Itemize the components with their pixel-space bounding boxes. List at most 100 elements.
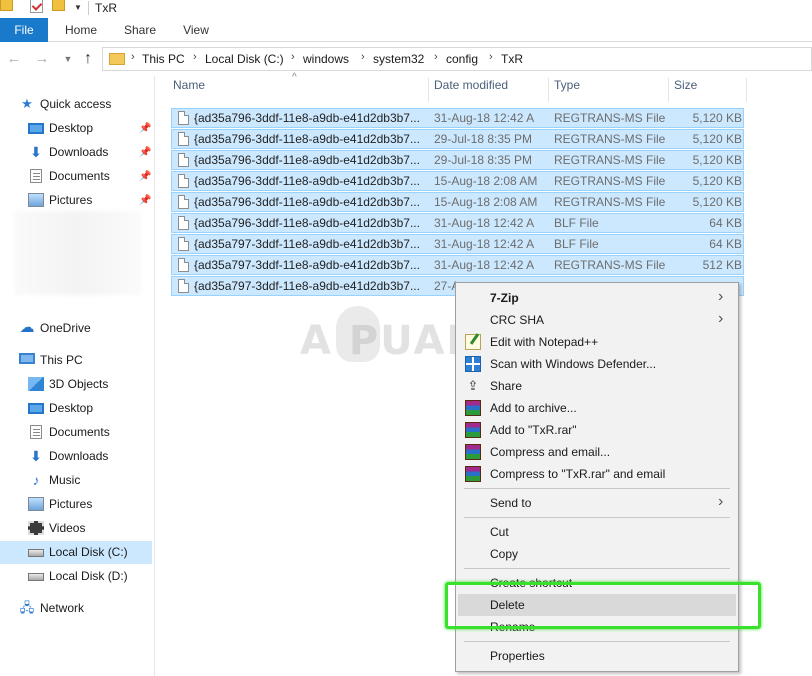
winrar-icon xyxy=(465,400,481,416)
chevron-right-icon[interactable]: › xyxy=(131,51,135,63)
document-icon xyxy=(30,169,42,183)
recent-locations-icon[interactable]: ▼ xyxy=(58,49,78,69)
column-header-type[interactable]: Type xyxy=(554,78,580,102)
pin-icon[interactable]: 📌 xyxy=(139,171,151,182)
table-row[interactable]: {ad35a797-3ddf-11e8-a9db-e41d2db3b7... 3… xyxy=(171,255,744,275)
tab-home[interactable]: Home xyxy=(58,18,104,42)
table-row[interactable]: {ad35a797-3ddf-11e8-a9db-e41d2db3b7... 3… xyxy=(171,234,744,254)
back-arrow-icon[interactable]: ← xyxy=(4,49,24,69)
title-bar: ▼ TxR xyxy=(0,0,812,18)
menu-item-compress-email[interactable]: Compress and email... xyxy=(456,441,738,463)
menu-item-7zip[interactable]: 7-Zip › xyxy=(456,287,738,309)
desktop-icon xyxy=(28,123,44,134)
new-folder-icon[interactable] xyxy=(52,0,65,11)
column-divider[interactable] xyxy=(548,78,549,102)
column-divider[interactable] xyxy=(428,78,429,102)
properties-icon[interactable] xyxy=(30,0,43,13)
forward-arrow-icon[interactable]: → xyxy=(32,49,52,69)
menu-item-cut[interactable]: Cut xyxy=(456,521,738,543)
notepadpp-icon xyxy=(465,334,481,350)
file-icon xyxy=(178,111,189,125)
desktop-icon xyxy=(28,403,44,414)
chevron-right-icon[interactable]: › xyxy=(361,51,365,63)
document-icon xyxy=(30,425,42,439)
column-header-size[interactable]: Size xyxy=(674,78,697,102)
folder-icon xyxy=(109,53,125,65)
folder-icon[interactable] xyxy=(0,0,13,11)
drive-icon xyxy=(28,549,44,557)
chevron-right-icon[interactable]: › xyxy=(193,51,197,63)
winrar-icon xyxy=(465,466,481,482)
video-icon xyxy=(28,521,44,535)
breadcrumb-this-pc[interactable]: This PC xyxy=(142,52,185,66)
column-header-date[interactable]: Date modified xyxy=(434,78,508,102)
star-icon: ★ xyxy=(21,96,33,111)
pin-icon[interactable]: 📌 xyxy=(139,147,151,158)
menu-item-edit-notepadpp[interactable]: Edit with Notepad++ xyxy=(456,331,738,353)
tab-file[interactable]: File xyxy=(0,18,48,42)
menu-item-crc-sha[interactable]: CRC SHA › xyxy=(456,309,738,331)
tab-share[interactable]: Share xyxy=(116,18,164,42)
breadcrumb-config[interactable]: config xyxy=(446,52,478,66)
computer-icon xyxy=(19,353,35,364)
up-arrow-icon[interactable]: ↑ xyxy=(78,49,98,69)
chevron-right-icon: › xyxy=(718,493,724,510)
winrar-icon xyxy=(465,444,481,460)
cloud-icon: ☁ xyxy=(19,319,35,336)
customize-toolbar-icon[interactable]: ▼ xyxy=(74,3,82,12)
column-header-name[interactable]: Name xyxy=(173,78,205,102)
table-row[interactable]: {ad35a796-3ddf-11e8-a9db-e41d2db3b7... 2… xyxy=(171,129,744,149)
breadcrumb-system32[interactable]: system32 xyxy=(373,52,424,66)
file-icon xyxy=(178,132,189,146)
breadcrumb-txr[interactable]: TxR xyxy=(501,52,523,66)
table-row[interactable]: {ad35a796-3ddf-11e8-a9db-e41d2db3b7... 3… xyxy=(171,213,744,233)
menu-item-scan-defender[interactable]: Scan with Windows Defender... xyxy=(456,353,738,375)
table-row[interactable]: {ad35a796-3ddf-11e8-a9db-e41d2db3b7... 2… xyxy=(171,150,744,170)
menu-item-add-txr-rar[interactable]: Add to "TxR.rar" xyxy=(456,419,738,441)
divider xyxy=(88,1,89,15)
table-row[interactable]: {ad35a796-3ddf-11e8-a9db-e41d2db3b7... 3… xyxy=(171,108,744,128)
pictures-icon xyxy=(28,193,44,207)
blurred-region xyxy=(14,211,142,295)
pin-icon[interactable]: 📌 xyxy=(139,195,151,206)
menu-divider xyxy=(464,488,730,489)
file-icon xyxy=(178,174,189,188)
file-icon xyxy=(178,216,189,230)
pictures-icon xyxy=(28,497,44,511)
file-icon xyxy=(178,279,189,293)
file-icon xyxy=(178,153,189,167)
column-divider[interactable] xyxy=(668,78,669,102)
table-row[interactable]: {ad35a796-3ddf-11e8-a9db-e41d2db3b7... 1… xyxy=(171,171,744,191)
menu-item-properties[interactable]: Properties xyxy=(456,645,738,667)
chevron-right-icon[interactable]: › xyxy=(434,51,438,63)
menu-item-compress-txr-email[interactable]: Compress to "TxR.rar" and email xyxy=(456,463,738,485)
menu-item-send-to[interactable]: Send to › xyxy=(456,492,738,514)
pin-icon[interactable]: 📌 xyxy=(139,123,151,134)
chevron-right-icon: › xyxy=(718,288,724,305)
file-icon xyxy=(178,237,189,251)
column-divider[interactable] xyxy=(746,78,747,102)
download-icon: ⬇ xyxy=(30,144,42,160)
chevron-right-icon[interactable]: › xyxy=(291,51,295,63)
menu-item-copy[interactable]: Copy xyxy=(456,543,738,565)
drive-icon xyxy=(28,573,44,581)
table-row[interactable]: {ad35a796-3ddf-11e8-a9db-e41d2db3b7... 1… xyxy=(171,192,744,212)
tab-view[interactable]: View xyxy=(174,18,218,42)
ribbon: File Home Share View xyxy=(0,18,812,42)
sort-ascending-icon: ^ xyxy=(292,72,297,83)
breadcrumb-windows[interactable]: windows xyxy=(303,52,349,66)
navigation-pane: ★ Quick access Desktop 📌 ⬇ Downloads 📌 D… xyxy=(0,76,155,676)
menu-item-add-archive[interactable]: Add to archive... xyxy=(456,397,738,419)
address-bar[interactable]: › This PC › Local Disk (C:) › windows › … xyxy=(102,47,812,71)
menu-divider xyxy=(464,641,730,642)
chevron-right-icon[interactable]: › xyxy=(489,51,493,63)
window-title: TxR xyxy=(95,1,117,15)
breadcrumb-local-disk[interactable]: Local Disk (C:) xyxy=(205,52,284,66)
file-icon xyxy=(178,195,189,209)
menu-divider xyxy=(464,517,730,518)
menu-item-share[interactable]: ⇪ Share xyxy=(456,375,738,397)
music-icon: ♪ xyxy=(32,472,40,488)
network-icon: 🖧 xyxy=(19,600,35,615)
file-icon xyxy=(178,258,189,272)
defender-icon xyxy=(465,356,481,372)
